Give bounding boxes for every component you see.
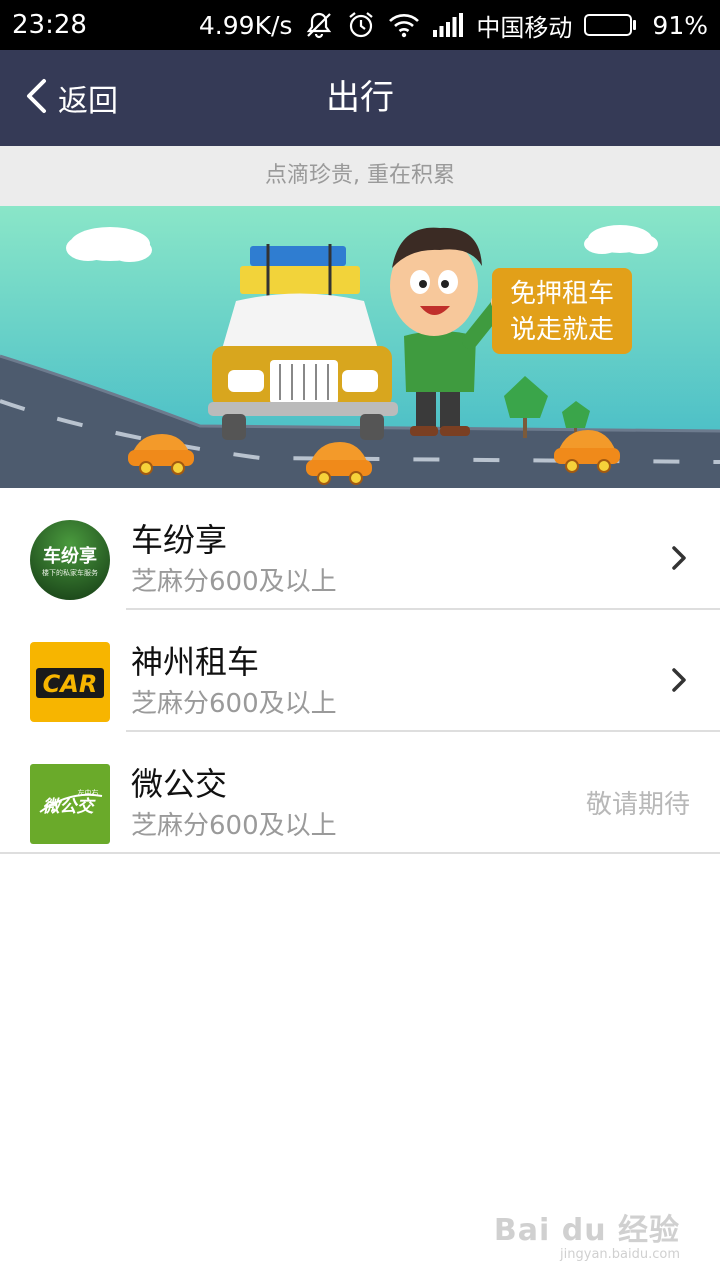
promo-banner[interactable]: 免押租车 说走就走 (0, 206, 720, 488)
wifi-icon (388, 11, 420, 39)
item-requirement: 芝麻分600及以上 (131, 689, 337, 719)
chevron-right-icon (670, 666, 688, 698)
svg-text:CAR: CAR (43, 670, 98, 698)
promo-illustration: 免押租车 说走就走 (0, 206, 720, 488)
list-item-weigongjiao[interactable]: 左中右 微公交 微公交 芝麻分600及以上 敬请期待 (0, 732, 720, 854)
chevron-left-icon (24, 78, 48, 118)
battery-percent: 91% (652, 10, 708, 40)
watermark-brand: Bai du 经验 (493, 1213, 680, 1248)
list-item-shenzhou[interactable]: CAR 神州租车 芝麻分600及以上 (0, 610, 720, 732)
weigongjiao-logo: 左中右 微公交 (30, 764, 110, 844)
carrier-name: 中国移动 (476, 13, 573, 42)
battery-icon (584, 14, 637, 36)
item-title: 神州租车 (131, 643, 260, 681)
item-requirement: 芝麻分600及以上 (131, 567, 337, 597)
signal-icon (432, 12, 464, 38)
back-button[interactable]: 返回 (24, 50, 118, 146)
banner-sign-line1: 免押租车 (510, 279, 614, 309)
shenzhou-logo: CAR (30, 642, 110, 722)
nav-bar: 返回 出行 (0, 50, 720, 146)
alarm-icon (346, 10, 376, 40)
tip-banner: 点滴珍贵, 重在积累 (0, 146, 720, 206)
mute-icon (304, 10, 334, 40)
watermark-url: jingyan.baidu.com (560, 1247, 680, 1262)
svg-text:楼下的私家车服务: 楼下的私家车服务 (42, 568, 98, 577)
divider (0, 852, 720, 854)
chevron-right-icon (670, 544, 688, 576)
item-title: 微公交 (131, 765, 228, 803)
banner-sign-line2: 说走就走 (510, 315, 614, 345)
list-item-chefenxiang[interactable]: 车纷享 楼下的私家车服务 车纷享 芝麻分600及以上 (0, 488, 720, 610)
status-bar: 23:28 4.99K/s 中国移动 91% (0, 0, 720, 50)
back-label: 返回 (58, 84, 118, 119)
service-list: 车纷享 楼下的私家车服务 车纷享 芝麻分600及以上 CAR 神州租车 芝麻分6… (0, 488, 720, 854)
baidu-watermark: Bai du 经验 jingyan.baidu.com (494, 1205, 680, 1262)
chefenxiang-logo: 车纷享 楼下的私家车服务 (30, 520, 110, 600)
status-time: 23:28 (12, 10, 87, 40)
svg-text:左中右: 左中右 (78, 788, 99, 797)
item-title: 车纷享 (131, 521, 228, 559)
svg-text:车纷享: 车纷享 (43, 545, 97, 567)
status-indicators: 4.99K/s 中国移动 91% (199, 8, 708, 43)
network-speed: 4.99K/s (198, 10, 293, 40)
item-requirement: 芝麻分600及以上 (131, 811, 337, 841)
coming-soon-label: 敬请期待 (585, 790, 690, 820)
svg-text:微公交: 微公交 (43, 797, 97, 817)
